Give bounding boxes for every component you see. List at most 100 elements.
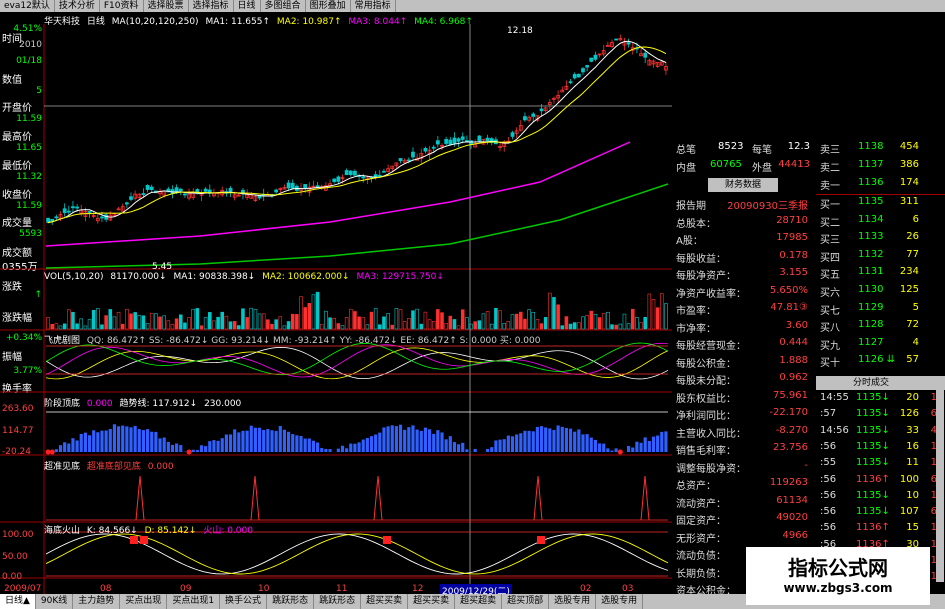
bid-row[interactable]: 买五 1131 234	[816, 266, 945, 283]
menu-item-4[interactable]: 选择指标	[189, 0, 234, 12]
volume-bar	[133, 312, 137, 330]
bid-row[interactable]: 买九 1127 4	[816, 337, 945, 354]
volume-bar	[112, 316, 117, 330]
trades-scrollbar[interactable]	[936, 376, 944, 582]
ind2-bar	[199, 445, 204, 452]
formula-tab-7[interactable]: 跳跃形态	[314, 594, 362, 609]
ind2-bar	[378, 432, 382, 452]
formula-tab-4[interactable]: 买点出现1	[167, 594, 221, 609]
fin-label: 长期负债：	[676, 568, 726, 580]
ind2-bar	[71, 438, 75, 452]
formula-tab-3[interactable]: 买点出现	[120, 594, 168, 609]
candle-body	[477, 135, 482, 142]
ind2-scale-top: 263.60	[2, 404, 34, 414]
fin-label: 市净率：	[676, 323, 716, 335]
bid-row[interactable]: 买八 1128 72	[816, 319, 945, 336]
formula-tab-5[interactable]: 换手公式	[220, 594, 268, 609]
ind4-d: D: 85.142↓	[144, 526, 197, 536]
ind2-bar	[328, 449, 332, 452]
ind2-bar	[498, 439, 502, 452]
chart-area[interactable]	[0, 24, 672, 594]
formula-tab-8[interactable]: 超买买卖	[361, 594, 409, 609]
ind2-bar	[320, 448, 324, 452]
bid-row[interactable]: 买一 1135 311	[816, 196, 945, 213]
ind2-bar	[452, 442, 457, 452]
formula-tab-1[interactable]: 90K线	[36, 594, 74, 609]
ind2-bar	[116, 426, 121, 452]
volume-bar	[378, 324, 382, 330]
ind2-bar	[589, 437, 593, 452]
volume-bar	[473, 321, 477, 330]
volume-bar	[489, 323, 494, 330]
ind2-bar	[527, 430, 531, 452]
menu-item-5[interactable]: 日线	[234, 0, 261, 12]
fin-value: 4966	[782, 529, 808, 541]
formula-tab-10[interactable]: 超买超卖	[455, 594, 503, 609]
formula-tab-13[interactable]: 选股专用	[596, 594, 644, 609]
candlestick-series	[46, 34, 668, 225]
candle-body	[75, 206, 79, 209]
candle-body	[452, 137, 457, 144]
menu-item-0[interactable]: eva12默认	[0, 0, 55, 12]
ind2-bar	[473, 448, 477, 452]
formula-tab-11[interactable]: 超买顶部	[502, 594, 550, 609]
bid-row[interactable]: 买二 1134 6	[816, 214, 945, 231]
ind2-bar	[291, 434, 295, 452]
orderbook-level: 买四	[820, 252, 840, 264]
ind2-bar	[506, 435, 510, 452]
ind2-bar	[104, 430, 108, 452]
menu-item-7[interactable]: 图形叠加	[306, 0, 351, 12]
fin-value: 1.888	[779, 354, 808, 366]
volume-bar	[50, 323, 54, 330]
formula-tab-0[interactable]: 日线▲	[0, 594, 36, 609]
fin-value: 75.961	[773, 389, 808, 401]
formula-tab-2[interactable]: 主力趋势	[73, 594, 121, 609]
candle-body	[377, 174, 382, 177]
ind2-bar	[245, 430, 249, 452]
menu-item-2[interactable]: F10资料	[100, 0, 144, 12]
trade-time: :56	[820, 506, 837, 518]
ask-row[interactable]: 卖二 1137 386	[816, 159, 945, 176]
watermark-title: 指标公式网	[788, 556, 888, 580]
tick-trades-tab[interactable]: 分时成交	[836, 376, 906, 390]
formula-tab-6[interactable]: 跳跃形态	[267, 594, 315, 609]
fin-row: 每股净资产： 3.155	[674, 267, 812, 284]
menu-item-3[interactable]: 选择股票	[144, 0, 189, 12]
bid-row[interactable]: 买七 1129 5	[816, 302, 945, 319]
ind2-bottom-dot	[617, 449, 623, 455]
menu-item-6[interactable]: 多图组合	[261, 0, 306, 12]
volume-bar	[630, 308, 635, 330]
candle-body	[460, 136, 465, 140]
date-tick-11: 11	[336, 584, 348, 594]
fin-row: 净利润同比： -22.170	[674, 407, 812, 424]
ask-row[interactable]: 卖一 1136 174	[816, 177, 945, 194]
ind2-bar	[63, 442, 67, 452]
ind2-bar	[195, 450, 199, 452]
bid-row[interactable]: 买六 1130 125	[816, 284, 945, 301]
volume-bar	[460, 309, 465, 330]
orderbook-qty: 57	[906, 354, 919, 366]
ask-row[interactable]: 卖三 1138 454	[816, 141, 945, 158]
menu-item-1[interactable]: 技术分析	[55, 0, 100, 12]
financial-data-tab[interactable]: 财务数据	[708, 178, 778, 192]
orderbook-level: 买一	[820, 200, 840, 211]
bid-row[interactable]: 买十 1126 ⇊ 57	[816, 354, 945, 371]
ind3-spike	[373, 475, 383, 521]
ind2-bar	[382, 427, 386, 452]
volume-bar	[572, 322, 577, 330]
volume-bar	[651, 299, 656, 330]
formula-tab-9[interactable]: 超买买卖	[408, 594, 456, 609]
orderbook-level: 买六	[820, 288, 840, 299]
candle-body	[361, 176, 366, 179]
fin-row: 调整每股净资： -	[674, 460, 812, 477]
bid-row[interactable]: 买四 1132 77	[816, 249, 945, 266]
volume-bar	[307, 303, 312, 330]
ind2-bar	[639, 442, 643, 452]
formula-tab-12[interactable]: 选股专用	[549, 594, 597, 609]
ind2-bar	[581, 434, 585, 452]
bid-row[interactable]: 买三 1133 26	[816, 231, 945, 248]
menu-item-8[interactable]: 常用指标	[351, 0, 396, 12]
ind2-bar	[631, 447, 635, 452]
ind4-signal-marker	[383, 536, 391, 544]
orderbook-level: 卖三	[820, 145, 840, 156]
